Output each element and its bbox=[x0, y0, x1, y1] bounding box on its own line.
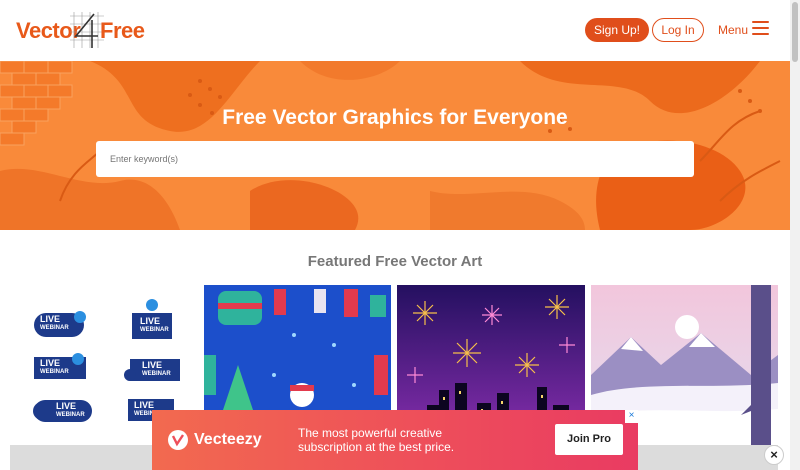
ad-brand-name: Vecteezy bbox=[194, 431, 262, 448]
signup-button[interactable]: Sign Up! bbox=[585, 18, 649, 42]
login-button[interactable]: Log In bbox=[652, 18, 704, 42]
close-icon[interactable]: × bbox=[764, 445, 784, 465]
site-logo[interactable]: Vector Free bbox=[16, 10, 146, 50]
scrollbar-thumb[interactable] bbox=[792, 2, 798, 62]
vecteezy-ad-banner[interactable]: Vecteezy The most powerful creative subs… bbox=[152, 410, 638, 470]
webinar-badge-3: LIVE WEBINAR bbox=[40, 358, 69, 376]
webinar-badge-4: LIVE WEBINAR bbox=[142, 360, 171, 378]
search-input[interactable] bbox=[96, 141, 694, 177]
ad-text: The most powerful creative subscription … bbox=[298, 426, 455, 454]
webinar-badge-2: LIVE WEBINAR bbox=[140, 316, 169, 334]
webinar-badge-5: LIVE WEBINAR bbox=[56, 401, 85, 419]
join-pro-button[interactable]: Join Pro bbox=[555, 424, 623, 455]
ad-close-icon[interactable]: × bbox=[625, 410, 638, 423]
menu-icon[interactable] bbox=[752, 21, 769, 35]
logo-text-free: Free bbox=[100, 18, 145, 43]
webinar-badge-1: LIVE WEBINAR bbox=[40, 314, 69, 332]
page-scrollbar[interactable] bbox=[790, 0, 800, 470]
vecteezy-logo-icon bbox=[168, 430, 188, 450]
featured-section-title: Featured Free Vector Art bbox=[307, 253, 483, 270]
site-header: Vector Free Sign Up! Log In Menu bbox=[0, 0, 790, 61]
hero-title: Free Vector Graphics for Everyone bbox=[222, 106, 568, 129]
hero-banner: Free Vector Graphics for Everyone bbox=[0, 61, 790, 230]
menu-label[interactable]: Menu bbox=[718, 23, 748, 37]
